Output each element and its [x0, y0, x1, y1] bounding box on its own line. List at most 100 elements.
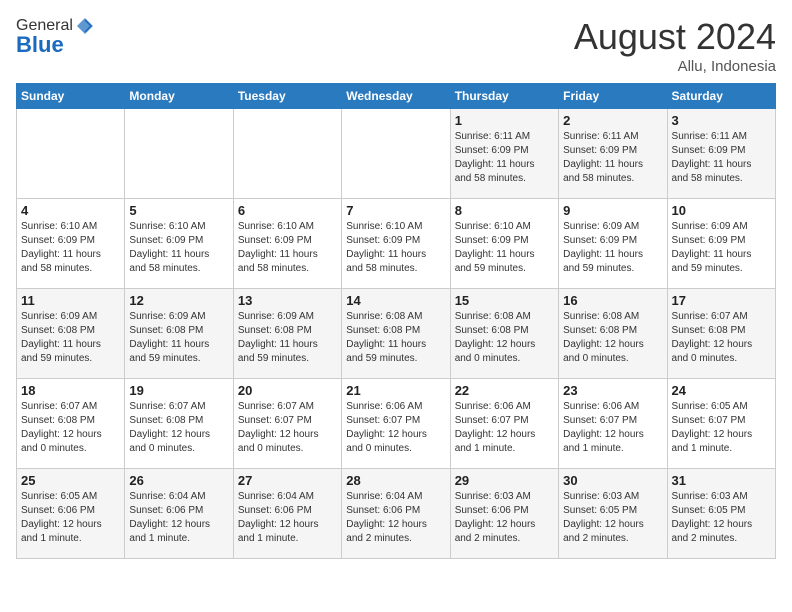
day-info: Sunrise: 6:03 AM Sunset: 6:05 PM Dayligh…: [563, 490, 662, 546]
day-info: Sunrise: 6:09 AM Sunset: 6:09 PM Dayligh…: [672, 220, 771, 276]
calendar-cell: 1 Sunrise: 6:11 AM Sunset: 6:09 PM Daylig…: [450, 109, 558, 199]
day-number: 22: [455, 383, 554, 398]
calendar-cell: [17, 109, 125, 199]
day-number: 10: [672, 203, 771, 218]
logo-icon: [75, 16, 95, 36]
calendar-cell: 13 Sunrise: 6:09 AM Sunset: 6:08 PM Dayli…: [233, 289, 341, 379]
day-number: 1: [455, 113, 554, 128]
calendar-cell: 16Sunrise: 6:08 AM Sunset: 6:08 PM Dayli…: [559, 289, 667, 379]
calendar-cell: 22 Sunrise: 6:06 AM Sunset: 6:07 PM Dayli…: [450, 379, 558, 469]
calendar-cell: 18Sunrise: 6:07 AM Sunset: 6:08 PM Dayli…: [17, 379, 125, 469]
day-info: Sunrise: 6:06 AM Sunset: 6:07 PM Dayligh…: [563, 400, 662, 456]
calendar-week-row: 25 Sunrise: 6:05 AM Sunset: 6:06 PM Dayli…: [17, 469, 776, 559]
day-info: Sunrise: 6:04 AM Sunset: 6:06 PM Dayligh…: [346, 490, 445, 546]
day-number: 15: [455, 293, 554, 308]
day-number: 25: [21, 473, 120, 488]
calendar-week-row: 18 Sunrise: 6:07 AM Sunset: 6:08 PM Dayli…: [17, 379, 776, 469]
calendar-cell: 12 Sunrise: 6:09 AM Sunset: 6:08 PM Dayli…: [125, 289, 233, 379]
page-header: General Blue August 2024 Allu, Indonesia: [16, 16, 776, 75]
day-info: Sunrise: 6:11 AM Sunset: 6:09 PM Dayligh…: [455, 130, 554, 186]
location-label: Allu, Indonesia: [574, 58, 776, 75]
calendar-cell: 5 Sunrise: 6:10 AM Sunset: 6:09 PM Daylig…: [125, 199, 233, 289]
calendar-cell: 26 Sunrise: 6:04 AM Sunset: 6:06 PM Dayli…: [125, 469, 233, 559]
day-info: Sunrise: 6:08 AM Sunset: 6:08 PM Dayligh…: [346, 310, 445, 366]
day-info: Sunrise: 6:04 AM Sunset: 6:06 PM Dayligh…: [238, 490, 337, 546]
day-info: Sunrise: 6:09 AM Sunset: 6:09 PM Dayligh…: [563, 220, 662, 276]
weekday-header-sunday: Sunday: [17, 84, 125, 109]
calendar-cell: 17 Sunrise: 6:07 AM Sunset: 6:08 PM Dayli…: [667, 289, 775, 379]
calendar-cell: 2 Sunrise: 6:11 AM Sunset: 6:09 PM Daylig…: [559, 109, 667, 199]
day-info: Sunrise: 6:10 AM Sunset: 6:09 PM Dayligh…: [129, 220, 228, 276]
day-number: 31: [672, 473, 771, 488]
day-number: 28: [346, 473, 445, 488]
calendar-cell: 30 Sunrise: 6:03 AM Sunset: 6:05 PM Dayli…: [559, 469, 667, 559]
day-number: 7: [346, 203, 445, 218]
day-info: Sunrise: 6:05 AM Sunset: 6:06 PM Dayligh…: [21, 490, 120, 546]
day-info: Sunrise: 6:11 AM Sunset: 6:09 PM Dayligh…: [672, 130, 771, 186]
day-info: Sunrise: 6:04 AM Sunset: 6:06 PM Dayligh…: [129, 490, 228, 546]
day-number: 5: [129, 203, 228, 218]
calendar-cell: 6Sunrise: 6:10 AM Sunset: 6:09 PM Daylig…: [233, 199, 341, 289]
day-info: Sunrise: 6:11 AM Sunset: 6:09 PM Dayligh…: [563, 130, 662, 186]
calendar-cell: 25 Sunrise: 6:05 AM Sunset: 6:06 PM Dayli…: [17, 469, 125, 559]
weekday-header-saturday: Saturday: [667, 84, 775, 109]
weekday-header-monday: Monday: [125, 84, 233, 109]
day-number: 18: [21, 383, 120, 398]
day-info: Sunrise: 6:06 AM Sunset: 6:07 PM Dayligh…: [455, 400, 554, 456]
calendar-cell: [342, 109, 450, 199]
day-number: 21: [346, 383, 445, 398]
day-info: Sunrise: 6:03 AM Sunset: 6:05 PM Dayligh…: [672, 490, 771, 546]
day-number: 16: [563, 293, 662, 308]
calendar-cell: 29Sunrise: 6:03 AM Sunset: 6:06 PM Dayli…: [450, 469, 558, 559]
day-info: Sunrise: 6:09 AM Sunset: 6:08 PM Dayligh…: [21, 310, 120, 366]
day-number: 2: [563, 113, 662, 128]
day-number: 26: [129, 473, 228, 488]
calendar-cell: 15 Sunrise: 6:08 AM Sunset: 6:08 PM Dayli…: [450, 289, 558, 379]
weekday-header-thursday: Thursday: [450, 84, 558, 109]
calendar-cell: 28 Sunrise: 6:04 AM Sunset: 6:06 PM Dayli…: [342, 469, 450, 559]
calendar-week-row: 4Sunrise: 6:10 AM Sunset: 6:09 PM Daylig…: [17, 199, 776, 289]
month-year-title: August 2024: [574, 16, 776, 58]
day-info: Sunrise: 6:05 AM Sunset: 6:07 PM Dayligh…: [672, 400, 771, 456]
logo-blue-text: Blue: [16, 32, 64, 58]
day-info: Sunrise: 6:08 AM Sunset: 6:08 PM Dayligh…: [455, 310, 554, 366]
calendar-cell: 9 Sunrise: 6:09 AM Sunset: 6:09 PM Daylig…: [559, 199, 667, 289]
day-number: 8: [455, 203, 554, 218]
day-number: 13: [238, 293, 337, 308]
day-info: Sunrise: 6:07 AM Sunset: 6:07 PM Dayligh…: [238, 400, 337, 456]
weekday-header-row: SundayMondayTuesdayWednesdayThursdayFrid…: [17, 84, 776, 109]
day-info: Sunrise: 6:03 AM Sunset: 6:06 PM Dayligh…: [455, 490, 554, 546]
day-info: Sunrise: 6:10 AM Sunset: 6:09 PM Dayligh…: [346, 220, 445, 276]
calendar-cell: 14Sunrise: 6:08 AM Sunset: 6:08 PM Dayli…: [342, 289, 450, 379]
calendar-cell: 19 Sunrise: 6:07 AM Sunset: 6:08 PM Dayli…: [125, 379, 233, 469]
calendar-cell: 21 Sunrise: 6:06 AM Sunset: 6:07 PM Dayli…: [342, 379, 450, 469]
day-number: 9: [563, 203, 662, 218]
day-number: 19: [129, 383, 228, 398]
day-number: 20: [238, 383, 337, 398]
calendar-cell: 7 Sunrise: 6:10 AM Sunset: 6:09 PM Daylig…: [342, 199, 450, 289]
day-info: Sunrise: 6:06 AM Sunset: 6:07 PM Dayligh…: [346, 400, 445, 456]
day-info: Sunrise: 6:09 AM Sunset: 6:08 PM Dayligh…: [129, 310, 228, 366]
day-info: Sunrise: 6:10 AM Sunset: 6:09 PM Dayligh…: [455, 220, 554, 276]
day-number: 3: [672, 113, 771, 128]
calendar-cell: [125, 109, 233, 199]
day-info: Sunrise: 6:07 AM Sunset: 6:08 PM Dayligh…: [129, 400, 228, 456]
day-number: 30: [563, 473, 662, 488]
weekday-header-friday: Friday: [559, 84, 667, 109]
calendar-table: SundayMondayTuesdayWednesdayThursdayFrid…: [16, 83, 776, 559]
calendar-cell: 23Sunrise: 6:06 AM Sunset: 6:07 PM Dayli…: [559, 379, 667, 469]
calendar-cell: 11Sunrise: 6:09 AM Sunset: 6:08 PM Dayli…: [17, 289, 125, 379]
day-info: Sunrise: 6:07 AM Sunset: 6:08 PM Dayligh…: [672, 310, 771, 366]
day-info: Sunrise: 6:10 AM Sunset: 6:09 PM Dayligh…: [21, 220, 120, 276]
weekday-header-tuesday: Tuesday: [233, 84, 341, 109]
day-number: 24: [672, 383, 771, 398]
calendar-week-row: 1 Sunrise: 6:11 AM Sunset: 6:09 PM Daylig…: [17, 109, 776, 199]
day-number: 27: [238, 473, 337, 488]
day-number: 12: [129, 293, 228, 308]
day-info: Sunrise: 6:09 AM Sunset: 6:08 PM Dayligh…: [238, 310, 337, 366]
calendar-cell: 4Sunrise: 6:10 AM Sunset: 6:09 PM Daylig…: [17, 199, 125, 289]
calendar-cell: 10 Sunrise: 6:09 AM Sunset: 6:09 PM Dayli…: [667, 199, 775, 289]
day-number: 17: [672, 293, 771, 308]
weekday-header-wednesday: Wednesday: [342, 84, 450, 109]
calendar-cell: 8 Sunrise: 6:10 AM Sunset: 6:09 PM Daylig…: [450, 199, 558, 289]
